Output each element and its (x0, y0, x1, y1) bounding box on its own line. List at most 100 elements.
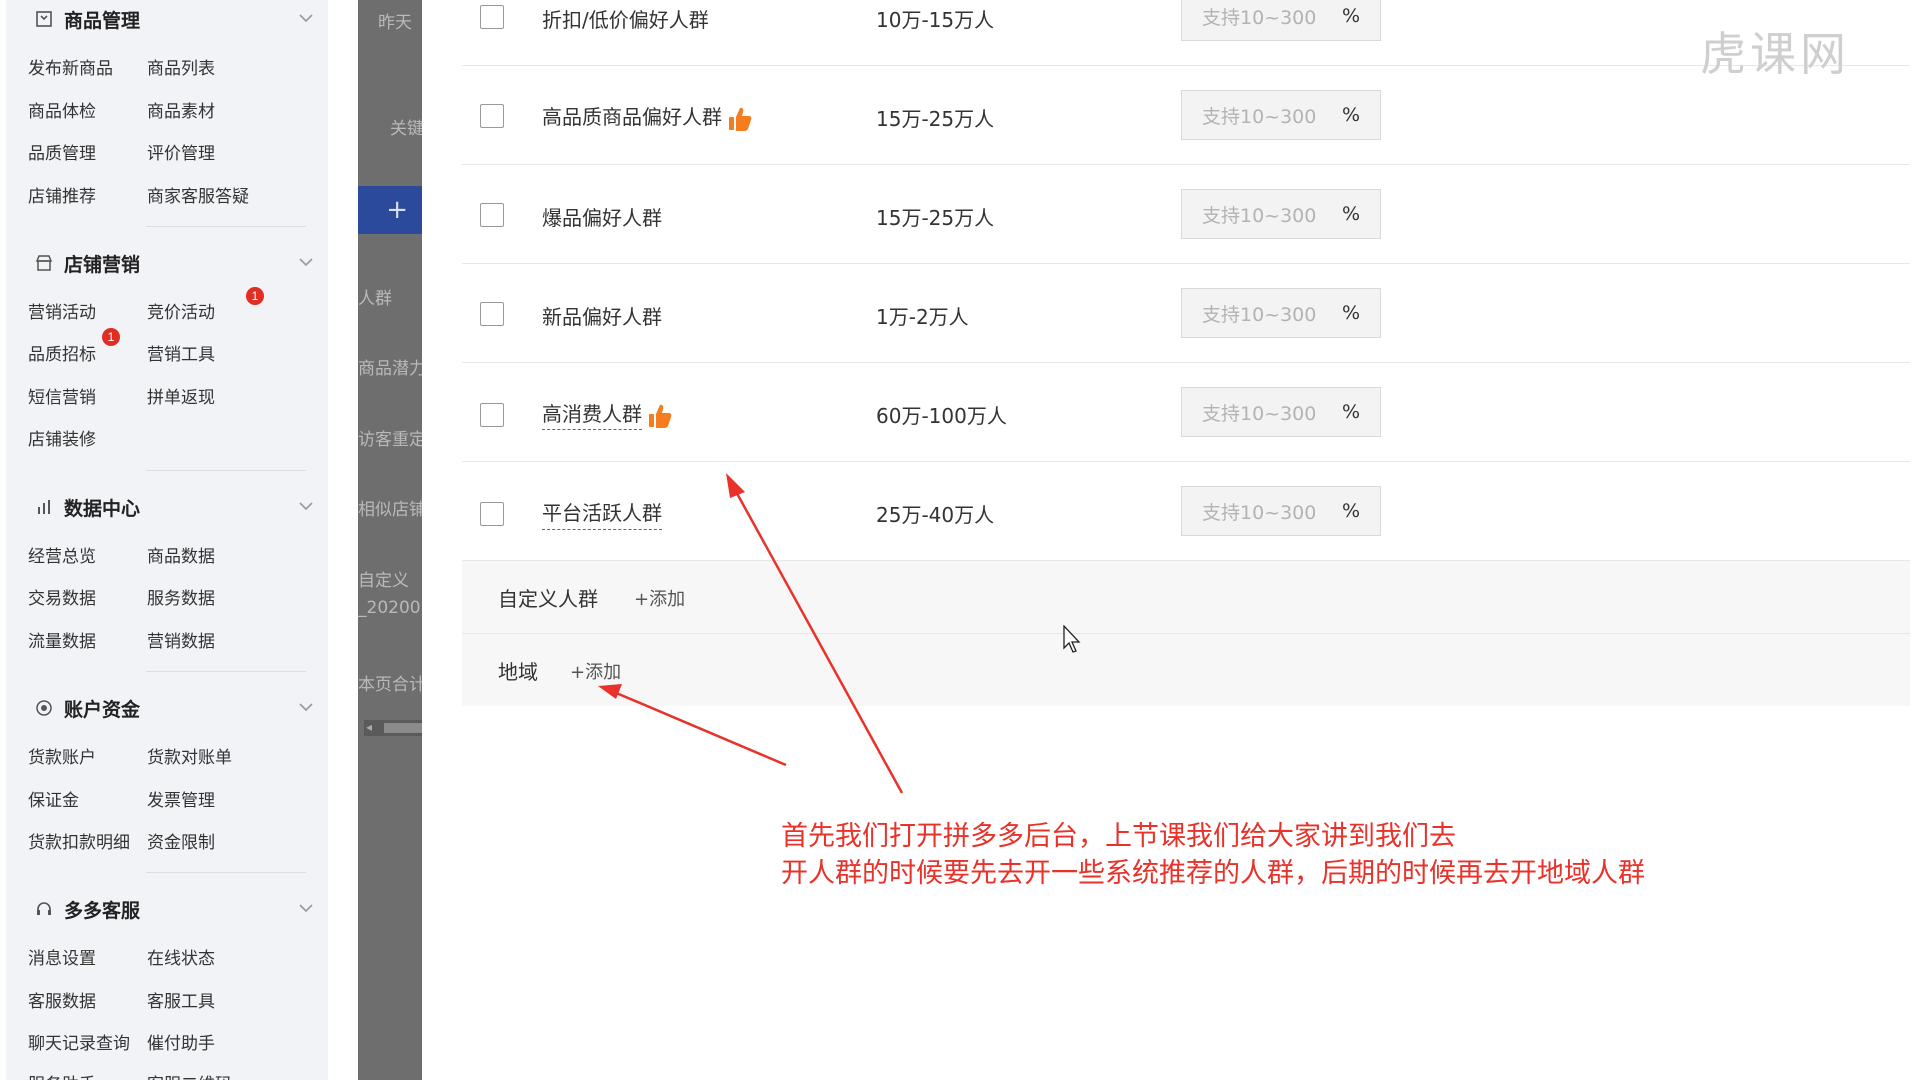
chevron-down-icon[interactable] (298, 10, 314, 26)
section-account-funds[interactable]: 账户资金 (34, 693, 314, 723)
percent-placeholder: 支持10~300 (1202, 303, 1317, 326)
sidebar-item-chat-history[interactable]: 聊天记录查询 (28, 1029, 130, 1054)
sidebar-item-marketing-data[interactable]: 营销数据 (147, 627, 215, 652)
sidebar-item-service-assistant[interactable]: 服务助手 (28, 1070, 96, 1080)
sidebar-item-traffic-data[interactable]: 流量数据 (28, 627, 96, 652)
sidebar-item-review-management[interactable]: 评价管理 (147, 139, 215, 164)
sidebar-item-quality-management[interactable]: 品质管理 (28, 139, 96, 164)
premium-percent-input[interactable]: 支持10~300 % (1181, 189, 1381, 239)
audience-row: 折扣/低价偏好人群 10万-15万人 支持10~300 % (462, 0, 1910, 66)
horizontal-scrollbar: ◂ (364, 720, 422, 736)
audience-checkbox[interactable] (480, 502, 504, 526)
chevron-down-icon[interactable] (298, 254, 314, 270)
audience-size: 15万-25万人 (876, 107, 995, 131)
sidebar-item-deduction-detail[interactable]: 货款扣款明细 (28, 828, 130, 853)
percent-placeholder: 支持10~300 (1202, 204, 1317, 227)
audience-size: 15万-25万人 (876, 206, 995, 230)
sidebar-item-group-cashback[interactable]: 拼单返现 (147, 383, 215, 408)
section-goods-management[interactable]: 商品管理 (34, 4, 314, 34)
sidebar-item-shop-decoration[interactable]: 店铺装修 (28, 425, 96, 450)
audience-name: 折扣/低价偏好人群 (542, 8, 709, 32)
chevron-down-icon[interactable] (298, 498, 314, 514)
sidebar-item-cs-data[interactable]: 客服数据 (28, 987, 96, 1012)
add-custom-audience-button[interactable]: +添加 (634, 585, 685, 611)
chevron-down-icon[interactable] (298, 699, 314, 715)
sidebar-item-goods-material[interactable]: 商品素材 (147, 97, 215, 122)
section-title: 数据中心 (64, 497, 141, 520)
audience-row: 爆品偏好人群 15万-25万人 支持10~300 % (462, 164, 1910, 264)
audience-size: 25万-40万人 (876, 503, 995, 527)
divider (146, 872, 306, 873)
custom-audience-label: 自定义人群 (498, 587, 598, 611)
sidebar-item-payment-statement[interactable]: 货款对账单 (147, 743, 232, 768)
premium-percent-input[interactable]: 支持10~300 % (1181, 387, 1381, 437)
audience-checkbox[interactable] (480, 5, 504, 29)
visitor-retarget-text: 访客重定 (358, 430, 422, 450)
audience-drawer: 折扣/低价偏好人群 10万-15万人 支持10~300 % 高品质商品偏好人群 … (422, 0, 1920, 1080)
premium-percent-input[interactable]: 支持10~300 % (1181, 0, 1381, 41)
section-shop-marketing[interactable]: 店铺营销 (34, 248, 314, 278)
caption-line-1: 首先我们打开拼多多后台，上节课我们给大家讲到我们去 (781, 821, 1456, 852)
sidebar-item-marketing-tools[interactable]: 营销工具 (147, 340, 215, 365)
sidebar-item-business-overview[interactable]: 经营总览 (28, 542, 96, 567)
audience-name[interactable]: 平台活跃人群 (542, 497, 662, 530)
percent-placeholder: 支持10~300 (1202, 6, 1317, 29)
sidebar-gap (328, 0, 358, 1080)
sidebar-item-merchant-qa[interactable]: 商家客服答疑 (147, 182, 249, 207)
audience-row: 高品质商品偏好人群 15万-25万人 支持10~300 % (462, 65, 1910, 165)
watermark-logo: 虎课网 (1700, 27, 1850, 81)
region-row: 地域 +添加 (462, 634, 1910, 706)
audience-name[interactable]: 高消费人群 (542, 402, 642, 430)
sidebar-item-service-data[interactable]: 服务数据 (147, 584, 215, 609)
sidebar-item-marketing-activity[interactable]: 营销活动 (28, 298, 96, 323)
shop-icon (34, 253, 54, 273)
tutorial-caption: 首先我们打开拼多多后台，上节课我们给大家讲到我们去 开人群的时候要先去开一些系统… (781, 818, 1645, 892)
sidebar-item-message-settings[interactable]: 消息设置 (28, 944, 96, 969)
sidebar-item-publish-goods[interactable]: 发布新商品 (28, 54, 113, 79)
sidebar-item-trade-data[interactable]: 交易数据 (28, 584, 96, 609)
audience-size: 60万-100万人 (876, 404, 1007, 428)
plus-icon: + (386, 195, 408, 225)
sidebar-item-shop-recommend[interactable]: 店铺推荐 (28, 182, 96, 207)
sidebar-item-invoice-management[interactable]: 发票管理 (147, 786, 215, 811)
thumbs-up-icon (649, 404, 672, 428)
sidebar-item-goods-check[interactable]: 商品体检 (28, 97, 96, 122)
sidebar-item-quality-bidding[interactable]: 品质招标 (28, 340, 96, 365)
sidebar-item-payment-reminder[interactable]: 催付助手 (147, 1029, 215, 1054)
audience-row: 平台活跃人群 25万-40万人 支持10~300 % (462, 461, 1910, 561)
scroll-thumb (384, 723, 422, 733)
section-customer-service[interactable]: 多多客服 (34, 894, 314, 924)
sidebar-item-goods-list[interactable]: 商品列表 (147, 54, 215, 79)
percent-unit: % (1341, 203, 1360, 225)
sidebar-item-payment-account[interactable]: 货款账户 (28, 743, 96, 768)
audience-checkbox[interactable] (480, 104, 504, 128)
section-data-center[interactable]: 数据中心 (34, 492, 314, 522)
section-title: 多多客服 (64, 899, 141, 922)
premium-percent-input[interactable]: 支持10~300 % (1181, 288, 1381, 338)
sidebar-item-cs-qrcode[interactable]: 客服二维码 (147, 1070, 232, 1080)
premium-percent-input[interactable]: 支持10~300 % (1181, 486, 1381, 536)
premium-percent-input[interactable]: 支持10~300 % (1181, 90, 1381, 140)
sidebar-item-cs-tools[interactable]: 客服工具 (147, 987, 215, 1012)
sidebar-item-fund-limit[interactable]: 资金限制 (147, 828, 215, 853)
audience-checkbox[interactable] (480, 403, 504, 427)
percent-unit: % (1341, 104, 1360, 126)
audience-checkbox[interactable] (480, 203, 504, 227)
date-filter-text: 昨天 (378, 13, 412, 33)
percent-unit: % (1341, 500, 1360, 522)
audience-checkbox[interactable] (480, 302, 504, 326)
divider (146, 671, 306, 672)
percent-placeholder: 支持10~300 (1202, 501, 1317, 524)
audience-row: 新品偏好人群 1万-2万人 支持10~300 % (462, 263, 1910, 363)
sidebar-item-online-status[interactable]: 在线状态 (147, 944, 215, 969)
sidebar-item-goods-data[interactable]: 商品数据 (147, 542, 215, 567)
audience-name-wrap: 高消费人群 (542, 398, 672, 430)
bar-chart-icon (34, 497, 54, 517)
scroll-left-icon: ◂ (366, 720, 373, 734)
sidebar-item-sms-marketing[interactable]: 短信营销 (28, 383, 96, 408)
add-region-button[interactable]: +添加 (570, 658, 621, 684)
chevron-down-icon[interactable] (298, 900, 314, 916)
divider (146, 470, 306, 471)
sidebar-item-bidding-activity[interactable]: 竞价活动 (147, 298, 215, 323)
sidebar-item-deposit[interactable]: 保证金 (28, 786, 79, 811)
